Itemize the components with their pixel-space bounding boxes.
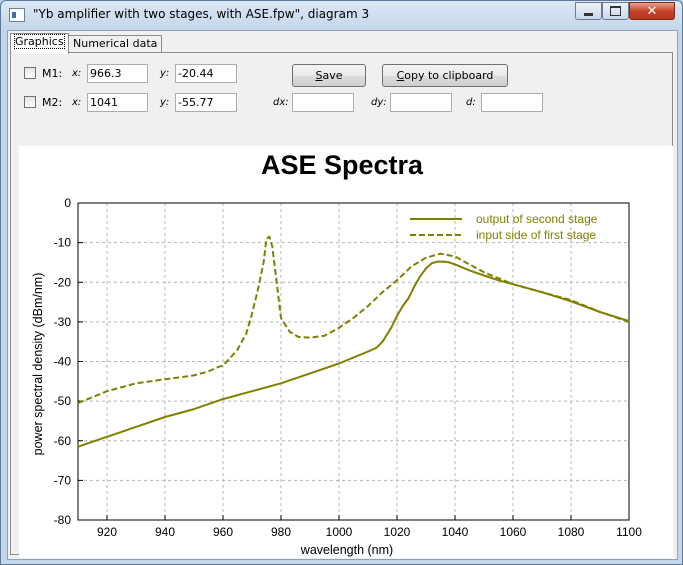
x-tick-label: 920	[97, 525, 117, 539]
tab-graphics-label: Graphics	[14, 34, 65, 49]
chart-grid	[78, 202, 630, 521]
series-line-1	[77, 260, 630, 448]
y-tick-label: -10	[54, 236, 72, 250]
x-tick-label: 1020	[384, 525, 411, 539]
y-tick-label: -80	[54, 513, 72, 527]
dx-field[interactable]	[292, 93, 354, 112]
chart-title: ASE Spectra	[261, 150, 424, 180]
m1-y-field[interactable]: -20.44	[175, 64, 237, 83]
m1-y-label: y:	[160, 68, 170, 79]
client-area: Graphics Numerical data M1: x: 966.3 y: …	[7, 30, 678, 560]
x-tick-label: 1040	[442, 525, 469, 539]
m2-x-field[interactable]: 1041	[87, 93, 148, 112]
m2-x-label: x:	[72, 97, 82, 108]
m2-label: M2:	[42, 96, 63, 109]
y-tick-label: -20	[54, 275, 72, 289]
close-button[interactable]: ✕	[629, 2, 675, 20]
copy-button-label: opy to clipboard	[404, 69, 494, 82]
dy-label: dy:	[371, 97, 387, 108]
series-line-2	[77, 235, 630, 405]
minimize-icon	[584, 12, 593, 16]
m1-x-field[interactable]: 966.3	[87, 64, 148, 83]
x-tick-label: 1060	[500, 525, 527, 539]
y-tick-label: -40	[54, 355, 72, 369]
y-tick-label: -50	[54, 394, 72, 408]
x-tick-label: 1080	[558, 525, 585, 539]
window-title: "Yb amplifier with two stages, with ASE.…	[33, 7, 370, 21]
x-axis-label: wavelength (nm)	[300, 543, 393, 557]
save-button[interactable]: Save	[292, 64, 366, 87]
d-field[interactable]	[481, 93, 543, 112]
maximize-button[interactable]	[602, 2, 629, 20]
app-window: "Yb amplifier with two stages, with ASE.…	[0, 0, 683, 565]
m1-checkbox[interactable]	[24, 67, 36, 79]
ase-spectra-chart[interactable]: ASE Spectra 920 940 960 980 1000 1020 1040 1060…	[19, 146, 673, 558]
y-tick-label: -30	[54, 315, 72, 329]
chart-series	[77, 235, 630, 448]
save-button-label: ave	[322, 69, 343, 82]
x-tick-label: 1000	[326, 525, 353, 539]
tab-graphics[interactable]: Graphics	[10, 33, 69, 54]
close-icon: ✕	[646, 3, 658, 19]
copy-to-clipboard-button[interactable]: Copy to clipboard	[382, 64, 508, 87]
d-label: d:	[466, 97, 476, 108]
m2-y-label: y:	[160, 97, 170, 108]
tab-numerical-data-label: Numerical data	[73, 37, 158, 50]
minimize-button[interactable]	[575, 2, 602, 20]
y-axis-label: power spectral density (dBm/nm)	[31, 273, 45, 456]
legend-label-2: input side of first stage	[476, 228, 596, 242]
graphics-panel: M1: x: 966.3 y: -20.44 Save Copy to clip…	[10, 52, 673, 558]
app-icon[interactable]	[9, 8, 25, 22]
chart-container[interactable]: ASE Spectra 920 940 960 980 1000 1020 1040 1060…	[19, 146, 673, 558]
legend-label-1: output of second stage	[476, 212, 598, 226]
maximize-icon	[610, 6, 621, 16]
y-tick-label: 0	[64, 196, 71, 210]
dy-field[interactable]	[390, 93, 452, 112]
y-tick-label: -60	[54, 434, 72, 448]
title-bar[interactable]: "Yb amplifier with two stages, with ASE.…	[1, 1, 682, 29]
x-tick-label: 1100	[616, 525, 642, 539]
chart-legend: output of second stage input side of firs…	[410, 212, 598, 242]
x-tick-label: 980	[271, 525, 291, 539]
chart-axes: 920 940 960 980 1000 1020 1040 1060 1080 1100 0 -10…	[54, 196, 643, 539]
tab-numerical-data[interactable]: Numerical data	[68, 35, 163, 53]
m2-y-field[interactable]: -55.77	[175, 93, 237, 112]
x-tick-label: 960	[213, 525, 233, 539]
m1-label: M1:	[42, 67, 63, 80]
m2-checkbox[interactable]	[24, 96, 36, 108]
dx-label: dx:	[273, 97, 289, 108]
y-tick-label: -70	[54, 473, 72, 487]
m1-x-label: x:	[72, 68, 82, 79]
x-tick-label: 940	[155, 525, 175, 539]
